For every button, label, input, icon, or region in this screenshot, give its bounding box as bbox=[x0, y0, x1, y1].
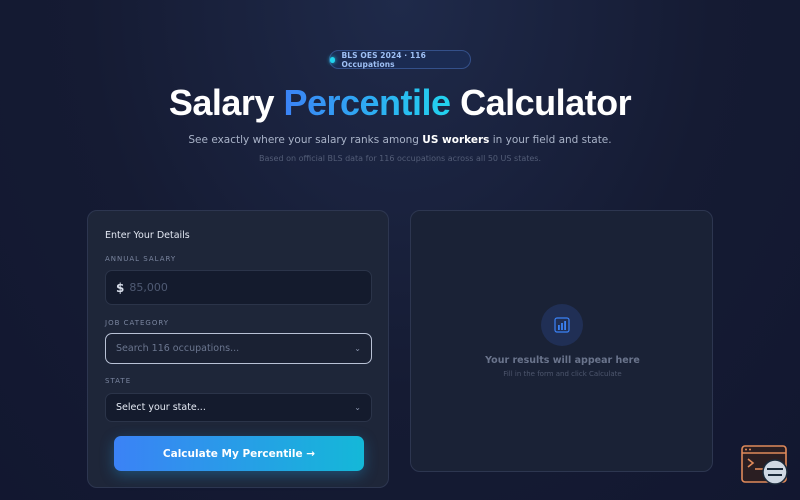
job-category-label: Job Category bbox=[105, 319, 170, 327]
page-subtitle: See exactly where your salary ranks amon… bbox=[0, 134, 800, 146]
subtitle-before: See exactly where your salary ranks amon… bbox=[188, 134, 423, 146]
data-source-badge: BLS OES 2024 · 116 Occupations bbox=[329, 50, 471, 69]
calculate-button[interactable]: Calculate My Percentile → bbox=[114, 436, 364, 471]
page-title: Salary Percentile Calculator bbox=[0, 82, 800, 124]
salary-input[interactable]: $ 85,000 bbox=[105, 270, 372, 305]
details-form-card: Enter Your Details Annual Salary $ 85,00… bbox=[87, 210, 389, 488]
state-selected-value: Select your state... bbox=[116, 402, 206, 413]
job-category-placeholder: Search 116 occupations... bbox=[116, 343, 240, 354]
results-placeholder-subtitle: Fill in the form and click Calculate bbox=[503, 370, 622, 378]
title-accent: Percentile bbox=[283, 82, 451, 123]
support-widget-icon[interactable] bbox=[741, 445, 789, 487]
salary-placeholder: 85,000 bbox=[129, 281, 168, 294]
state-label: State bbox=[105, 377, 132, 385]
data-source-note: Based on official BLS data for 116 occup… bbox=[258, 154, 542, 163]
bar-chart-icon bbox=[541, 304, 583, 346]
status-dot-icon bbox=[330, 56, 336, 63]
subtitle-emphasis: US workers bbox=[422, 134, 490, 146]
chevron-down-icon: ⌄ bbox=[354, 344, 361, 353]
badge-label: BLS OES 2024 · 116 Occupations bbox=[341, 50, 426, 69]
job-category-search[interactable]: Search 116 occupations... ⌄ bbox=[105, 333, 372, 364]
form-title: Enter Your Details bbox=[105, 230, 190, 241]
results-panel: Your results will appear here Fill in th… bbox=[410, 210, 713, 472]
results-placeholder-title: Your results will appear here bbox=[485, 355, 640, 366]
title-part-salary: Salary bbox=[168, 82, 284, 123]
subtitle-after: in your field and state. bbox=[489, 134, 612, 146]
dollar-prefix: $ bbox=[116, 280, 125, 295]
state-select[interactable]: Select your state... ⌄ bbox=[105, 393, 372, 422]
chevron-down-icon: ⌄ bbox=[354, 403, 361, 412]
title-part-calculator: Calculator bbox=[450, 82, 632, 123]
salary-label: Annual Salary bbox=[105, 255, 177, 263]
